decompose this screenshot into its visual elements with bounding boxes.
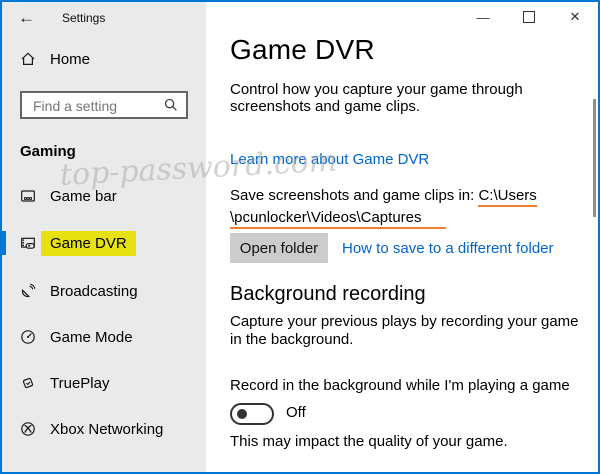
toggle-state-label: Off <box>286 404 306 421</box>
search-icon[interactable] <box>163 97 179 113</box>
sidebar-item-label: Xbox Networking <box>50 421 163 438</box>
trueplay-icon <box>20 375 36 391</box>
home-icon <box>20 51 36 67</box>
save-path-part1: C:\Users <box>478 187 536 207</box>
sidebar-item-game-mode[interactable]: Game Mode <box>2 323 206 351</box>
search-input[interactable] <box>31 95 160 117</box>
toggle-knob <box>237 409 247 419</box>
save-location-text: Save screenshots and game clips in: C:\U… <box>230 185 537 229</box>
background-recording-title: Background recording <box>230 283 426 306</box>
sidebar-item-label: Home <box>50 51 90 68</box>
background-recording-description: Capture your previous plays by recording… <box>230 313 579 349</box>
xbox-networking-icon <box>20 421 36 437</box>
learn-more-link[interactable]: Learn more about Game DVR <box>230 151 429 168</box>
save-path-part2: \pcunlocker\Videos\Captures <box>230 209 446 229</box>
sidebar-item-trueplay[interactable]: TruePlay <box>2 369 206 397</box>
quality-impact-note: This may impact the quality of your game… <box>230 433 508 450</box>
gamemode-icon <box>20 329 36 345</box>
page-description-line1: Control how you capture your game throug… <box>230 81 523 98</box>
search-box[interactable] <box>20 91 188 119</box>
different-folder-link[interactable]: How to save to a different folder <box>342 240 554 257</box>
gamebar-icon <box>20 188 36 204</box>
sidebar-item-game-dvr[interactable]: Game DVR <box>2 229 206 257</box>
maximize-icon <box>523 11 535 23</box>
save-location-line1: Save screenshots and game clips in: C:\U… <box>230 185 537 207</box>
save-location-prefix: Save screenshots and game clips in: <box>230 187 478 204</box>
close-button[interactable]: ✕ <box>552 2 598 32</box>
back-button[interactable]: ← <box>18 8 35 28</box>
background-recording-desc-line1: Capture your previous plays by recording… <box>230 313 579 331</box>
sidebar-item-xbox-networking[interactable]: Xbox Networking <box>2 415 206 443</box>
page-description: Control how you capture your game throug… <box>230 81 523 115</box>
save-location-line2: \pcunlocker\Videos\Captures <box>230 207 537 229</box>
sidebar-section-gaming: Gaming <box>20 143 76 160</box>
maximize-button[interactable] <box>506 2 552 32</box>
sidebar-item-label: Game Mode <box>50 329 133 346</box>
record-background-toggle-label: Record in the background while I'm playi… <box>230 377 570 394</box>
background-recording-desc-line2: in the background. <box>230 331 579 349</box>
sidebar-item-game-bar[interactable]: Game bar <box>2 182 206 210</box>
sidebar-item-label-highlighted: Game DVR <box>41 231 136 256</box>
gamedvr-icon <box>20 235 36 251</box>
page-description-line2: screenshots and game clips. <box>230 98 523 115</box>
record-background-toggle[interactable] <box>230 403 274 425</box>
window-title: Settings <box>62 11 105 25</box>
sidebar-item-home[interactable]: Home <box>2 45 206 73</box>
sidebar-item-broadcasting[interactable]: Broadcasting <box>2 277 206 305</box>
broadcasting-icon <box>20 283 36 299</box>
sidebar-item-label: TruePlay <box>50 375 109 392</box>
minimize-button[interactable]: — <box>460 2 506 32</box>
sidebar-item-label: Game bar <box>50 188 117 205</box>
scrollbar-thumb[interactable] <box>593 99 596 217</box>
sidebar-item-label: Broadcasting <box>50 283 138 300</box>
settings-window: ← Settings — ✕ Home Gaming Game bar <box>0 0 600 474</box>
page-title: Game DVR <box>230 34 375 66</box>
open-folder-button[interactable]: Open folder <box>230 233 328 263</box>
